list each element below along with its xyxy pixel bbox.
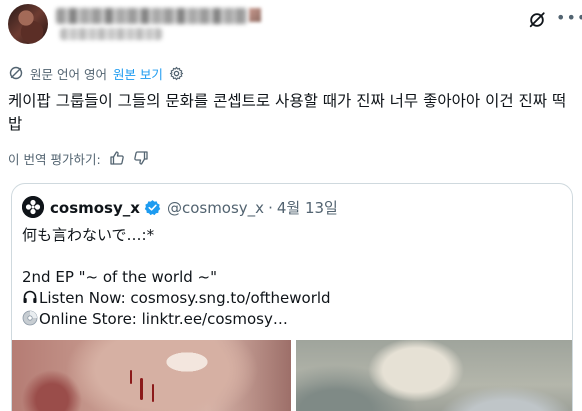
quoted-media-image-1[interactable] — [12, 340, 291, 411]
translate-icon — [9, 66, 23, 80]
quoted-blank-line — [22, 246, 562, 267]
verified-badge-icon — [144, 200, 161, 216]
quoted-tweet-body: 何も言わないで…:* 2nd EP "~ of the world ~" Lis… — [22, 225, 562, 330]
show-original-link[interactable]: 원본 보기 — [113, 64, 163, 83]
tweet-text: 케이팝 그룹들이 그들의 문화를 콘셉트로 사용할 때가 진짜 너무 좋아아아 … — [8, 92, 567, 133]
image-detail — [152, 384, 154, 402]
author-badge-redacted — [249, 8, 261, 22]
disc-icon — [22, 310, 38, 326]
rate-translation-label: 이 번역 평가하기: — [8, 151, 101, 167]
author-handle-redacted[interactable] — [60, 28, 162, 40]
headphones-icon — [23, 290, 37, 303]
author-name-redacted[interactable] — [56, 8, 248, 24]
quoted-line-3: Listen Now: cosmosy.sng.to/oftheworld — [22, 288, 562, 309]
quoted-line-4: Online Store: linktr.ee/cosmosy… — [22, 309, 562, 330]
thumbs-down-icon[interactable] — [133, 150, 149, 166]
rate-translation-row: 이 번역 평가하기: — [8, 149, 149, 167]
thumbs-up-icon[interactable] — [109, 150, 125, 166]
quoted-tweet-card[interactable]: cosmosy_x @cosmosy_x · 4월 13일 何も言わないで…:*… — [11, 183, 573, 411]
quoted-tweet-header: cosmosy_x @cosmosy_x · 4월 13일 — [50, 197, 338, 218]
translation-label: 원문 언어 영어 — [30, 66, 107, 82]
quoted-line-2: 2nd EP "~ of the world ~" — [22, 268, 218, 286]
separator-dot: · — [268, 198, 273, 217]
quoted-author-name[interactable]: cosmosy_x — [50, 199, 140, 217]
gear-icon[interactable] — [169, 66, 184, 81]
quoted-media-image-2[interactable] — [296, 340, 572, 411]
quoted-tweet-date[interactable]: 4월 13일 — [277, 197, 338, 218]
listen-now-text: Listen Now: cosmosy.sng.to/oftheworld — [39, 289, 331, 307]
quoted-author-handle[interactable]: @cosmosy_x — [167, 199, 264, 217]
quoted-line-1: 何も言わないで…:* — [22, 226, 155, 244]
online-store-text: Online Store: linktr.ee/cosmosy… — [39, 310, 288, 328]
more-icon[interactable]: ••• — [556, 10, 582, 29]
quoted-author-avatar[interactable] — [22, 196, 44, 218]
cosmosy-logo-icon — [22, 196, 44, 218]
tweet-view: ••• 원문 언어 영어 원본 보기 케이팝 그룹들이 그들의 문화를 콘셉트로… — [0, 0, 582, 411]
author-avatar[interactable] — [8, 4, 48, 44]
image-detail — [130, 370, 132, 384]
image-detail — [140, 378, 143, 400]
translation-row: 원문 언어 영어 원본 보기 — [8, 64, 184, 82]
grok-icon[interactable] — [528, 11, 546, 29]
